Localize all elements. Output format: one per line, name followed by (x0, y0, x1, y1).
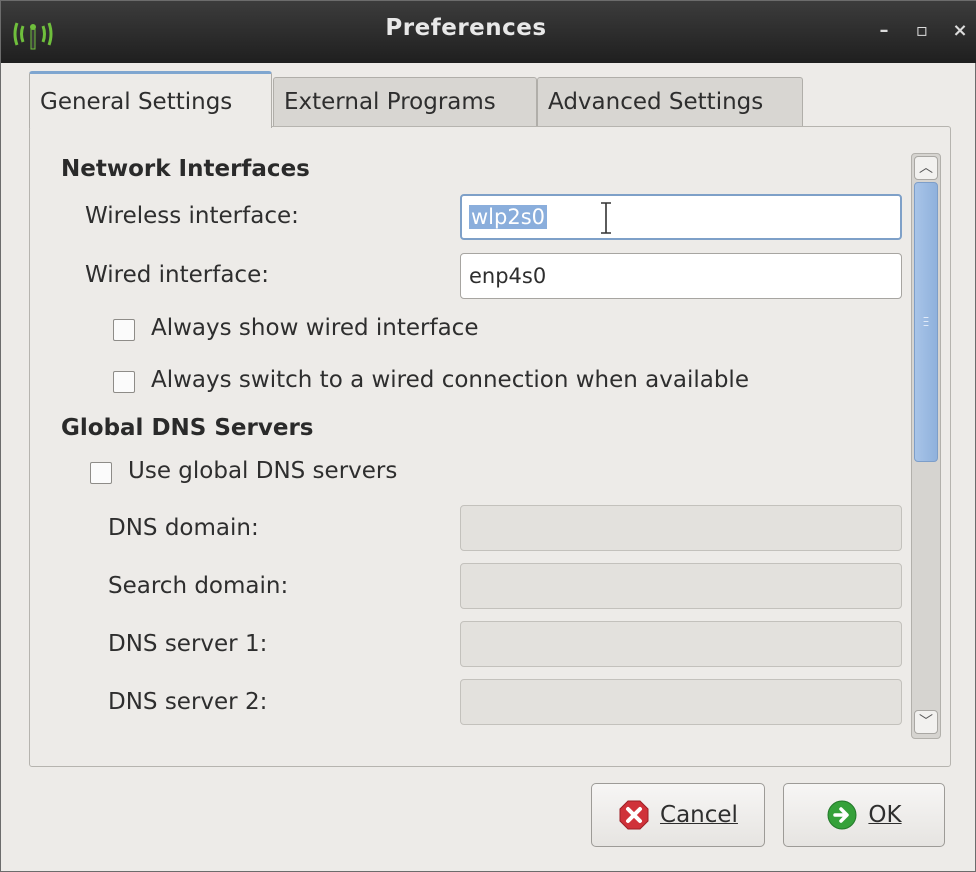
ok-button[interactable]: OK (783, 783, 945, 847)
wired-interface-value: enp4s0 (469, 264, 547, 288)
cancel-button-label: Cancel (660, 802, 738, 828)
tab-external-programs[interactable]: External Programs (273, 77, 537, 127)
always-show-wired-checkbox[interactable] (113, 319, 135, 341)
preferences-window: Preferences – ▫ × General Settings Exter… (0, 0, 976, 872)
window-title: Preferences (385, 15, 547, 41)
maximize-button[interactable]: ▫ (913, 21, 931, 41)
grip-icon: – – – (923, 310, 929, 332)
network-interfaces-heading: Network Interfaces (61, 156, 310, 182)
wireless-interface-value: wlp2s0 (469, 205, 548, 229)
scroll-down-arrow-icon[interactable]: ﹀ (914, 710, 938, 734)
ok-icon (827, 800, 857, 830)
tab-advanced-settings[interactable]: Advanced Settings (537, 77, 803, 127)
global-dns-heading: Global DNS Servers (61, 415, 314, 441)
search-domain-label: Search domain: (108, 573, 289, 599)
wired-interface-field[interactable]: enp4s0 (460, 253, 902, 299)
always-show-wired-label: Always show wired interface (151, 315, 479, 341)
minimize-button[interactable]: – (875, 21, 893, 41)
ok-button-label: OK (868, 802, 902, 828)
text-cursor-icon (601, 202, 611, 234)
dns-domain-label: DNS domain: (108, 515, 259, 541)
tab-general-settings[interactable]: General Settings (29, 71, 272, 128)
dns-server-2-label: DNS server 2: (108, 689, 268, 715)
wireless-interface-field[interactable]: wlp2s0 (460, 194, 902, 240)
always-switch-wired-checkbox[interactable] (113, 371, 135, 393)
dns-domain-field[interactable] (460, 505, 902, 551)
use-global-dns-checkbox[interactable] (90, 462, 112, 484)
close-button[interactable]: × (951, 21, 969, 41)
search-domain-field[interactable] (460, 563, 902, 609)
wired-interface-label: Wired interface: (85, 262, 269, 288)
always-switch-wired-label: Always switch to a wired connection when… (151, 367, 749, 393)
dns-server-1-label: DNS server 1: (108, 631, 268, 657)
scroll-up-arrow-icon[interactable]: ︿ (914, 156, 938, 180)
use-global-dns-label: Use global DNS servers (128, 458, 398, 484)
scrollbar-thumb[interactable]: – – – (914, 182, 938, 462)
wireless-interface-label: Wireless interface: (85, 203, 299, 229)
vertical-scrollbar[interactable]: ︿ – – – ﹀ (911, 153, 941, 739)
dns-server-2-field[interactable] (460, 679, 902, 725)
cancel-icon (619, 800, 649, 830)
dns-server-1-field[interactable] (460, 621, 902, 667)
cancel-button[interactable]: Cancel (591, 783, 765, 847)
title-bar[interactable]: Preferences – ▫ × (1, 1, 976, 63)
